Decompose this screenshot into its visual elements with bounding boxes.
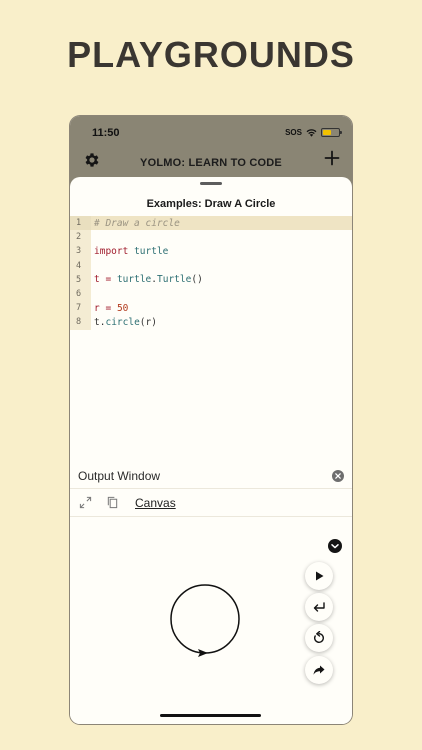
code-line[interactable]: 4: [70, 258, 352, 273]
sheet-grabber[interactable]: [200, 182, 222, 185]
expand-icon[interactable]: [79, 496, 92, 509]
status-time: 11:50: [92, 127, 120, 139]
output-header: Output Window: [70, 463, 352, 489]
line-number: 1: [70, 216, 91, 231]
code-text: # Draw a circle: [94, 217, 180, 229]
code-line[interactable]: 7 r = 50: [70, 301, 352, 316]
return-button[interactable]: [305, 593, 333, 621]
code-text: r = 50: [94, 302, 129, 314]
carrier-label: SOS: [285, 128, 302, 137]
code-text: import turtle: [94, 245, 169, 257]
refresh-icon: [314, 631, 324, 643]
turtle-canvas-drawing: [170, 584, 240, 657]
code-text: t = turtle.Turtle(): [94, 274, 203, 286]
canvas-tab[interactable]: Canvas: [135, 496, 176, 510]
headline: PLAYGROUNDS: [67, 34, 355, 75]
code-line[interactable]: 5 t = turtle.Turtle(): [70, 272, 352, 287]
close-icon[interactable]: [332, 469, 344, 482]
status-indicators: SOS: [285, 128, 342, 137]
examples-sheet: Examples: Draw A Circle 1 # Draw a circl…: [70, 177, 352, 724]
code-line[interactable]: 2: [70, 230, 352, 245]
line-number: 2: [70, 230, 91, 245]
line-number: 5: [70, 272, 91, 287]
chevron-down-icon[interactable]: [328, 539, 342, 553]
line-number: 8: [70, 315, 91, 330]
code-editor[interactable]: 1 # Draw a circle 2 3 import turtle 4 5 …: [70, 216, 352, 330]
phone-screen: 11:50 SOS YOLMO: LEARN TO CODE Examples:…: [70, 116, 352, 724]
share-button[interactable]: [305, 656, 333, 684]
code-line[interactable]: 3 import turtle: [70, 244, 352, 259]
share-icon: [313, 665, 325, 675]
output-toolbar: Canvas: [70, 489, 352, 517]
output-window-label: Output Window: [78, 468, 161, 483]
line-number: 3: [70, 244, 91, 259]
code-line[interactable]: 6: [70, 286, 352, 302]
battery-icon: [321, 128, 342, 137]
line-number: 7: [70, 301, 91, 316]
app-title: YOLMO: LEARN TO CODE: [140, 157, 282, 169]
code-line[interactable]: 1 # Draw a circle: [70, 216, 352, 231]
run-button[interactable]: [305, 562, 333, 590]
home-indicator: [160, 714, 261, 717]
code-text: t.circle(r): [94, 316, 157, 328]
wifi-icon: [306, 129, 317, 137]
sheet-title: Examples: Draw A Circle: [146, 198, 276, 210]
code-line[interactable]: 8 t.circle(r): [70, 315, 352, 330]
copy-icon[interactable]: [106, 496, 119, 509]
play-icon: [316, 571, 324, 581]
return-icon: [313, 602, 325, 612]
reset-button[interactable]: [305, 624, 333, 652]
line-number: 4: [70, 258, 91, 273]
line-number: 6: [70, 286, 91, 302]
plus-icon[interactable]: [324, 150, 340, 166]
